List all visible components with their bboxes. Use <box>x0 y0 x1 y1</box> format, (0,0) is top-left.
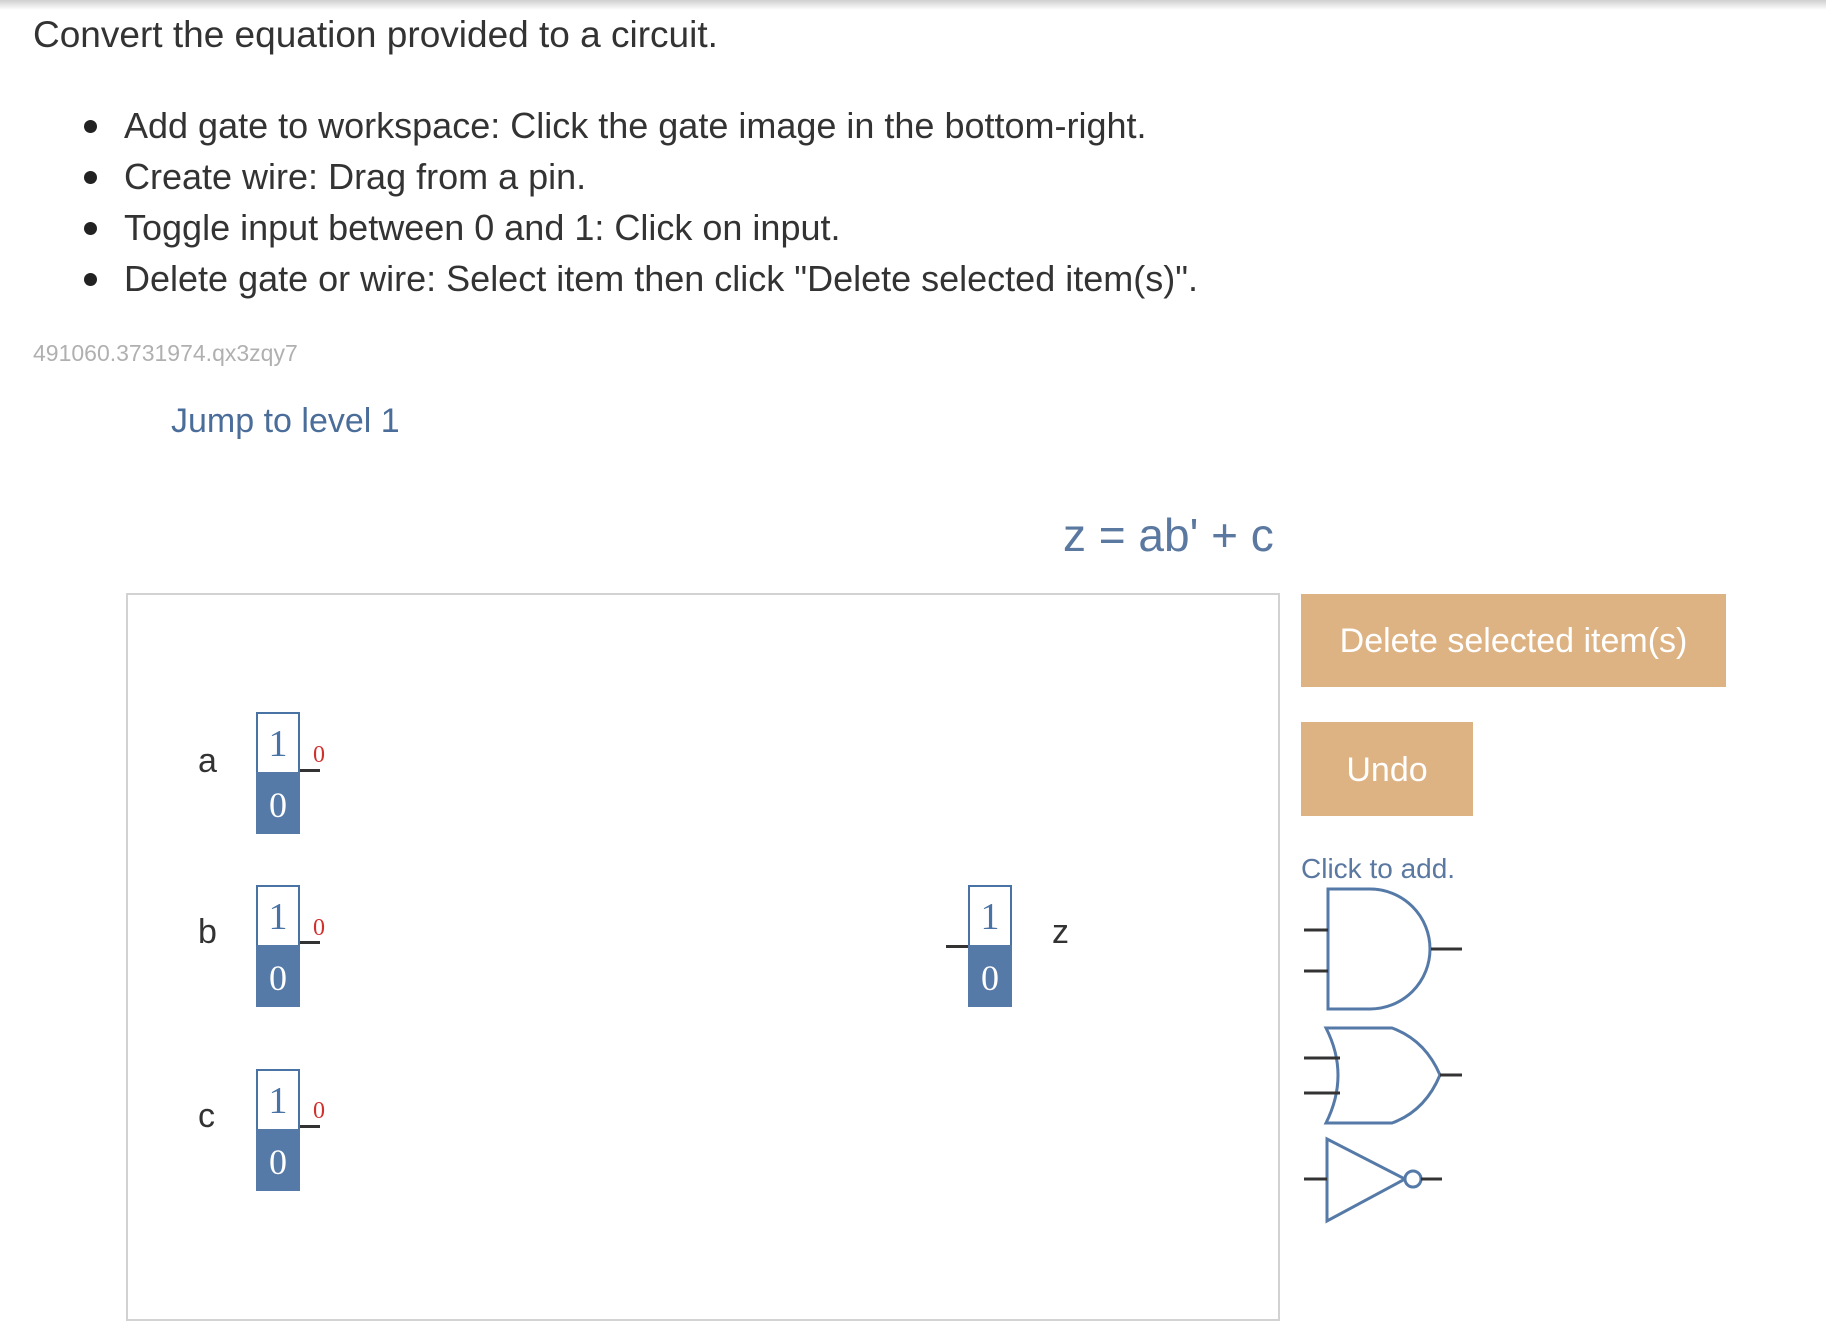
instruction-text: Toggle input between 0 and 1: Click on i… <box>124 207 841 248</box>
bullet-icon <box>84 120 97 133</box>
instruction-text: Add gate to workspace: Click the gate im… <box>124 105 1147 146</box>
instruction-text: Delete gate or wire: Select item then cl… <box>124 258 1198 299</box>
input-a-output-value: 0 <box>313 742 325 768</box>
instruction-item: Add gate to workspace: Click the gate im… <box>76 100 1198 151</box>
or-gate-icon[interactable] <box>1300 1025 1466 1127</box>
input-label-c: c <box>198 1097 215 1135</box>
output-z-input-pin[interactable] <box>946 945 968 948</box>
output-z-display-one: 1 <box>968 885 1012 945</box>
circuit-workspace[interactable]: a 1 0 0 b 1 0 0 c 1 0 0 1 0 z <box>126 593 1280 1321</box>
instructions-title: Convert the equation provided to a circu… <box>33 14 718 55</box>
output-label-z: z <box>1052 913 1069 951</box>
instruction-item: Delete gate or wire: Select item then cl… <box>76 253 1198 304</box>
bullet-icon <box>84 222 97 235</box>
input-b-toggle-one[interactable]: 1 <box>256 885 300 945</box>
input-a-toggle-zero[interactable]: 0 <box>256 772 300 834</box>
jump-to-level-link[interactable]: Jump to level 1 <box>171 402 400 441</box>
instruction-text: Create wire: Drag from a pin. <box>124 156 587 197</box>
output-z-display-zero: 0 <box>968 945 1012 1007</box>
palette-hint: Click to add. <box>1301 853 1456 884</box>
instruction-item: Toggle input between 0 and 1: Click on i… <box>76 202 1198 253</box>
input-c-toggle-one[interactable]: 1 <box>256 1069 300 1129</box>
input-label-b: b <box>198 913 217 951</box>
input-label-a: a <box>198 742 217 780</box>
bullet-icon <box>84 171 97 184</box>
not-gate-icon[interactable] <box>1300 1135 1450 1227</box>
input-c-toggle-zero[interactable]: 0 <box>256 1129 300 1191</box>
delete-selected-button[interactable]: Delete selected item(s) <box>1301 594 1726 687</box>
page: Convert the equation provided to a circu… <box>0 0 1826 1335</box>
input-c-output-value: 0 <box>313 1098 325 1124</box>
equation: z = ab' + c <box>1063 509 1274 561</box>
instruction-list: Add gate to workspace: Click the gate im… <box>76 100 1198 304</box>
input-b-output-value: 0 <box>313 915 325 941</box>
bullet-icon <box>84 273 97 286</box>
input-b-output-pin[interactable] <box>300 941 320 944</box>
input-a-toggle-one[interactable]: 1 <box>256 712 300 772</box>
undo-button[interactable]: Undo <box>1301 722 1473 816</box>
activity-id: 491060.3731974.qx3zqy7 <box>33 340 298 366</box>
and-gate-icon[interactable] <box>1300 885 1466 1015</box>
instruction-item: Create wire: Drag from a pin. <box>76 151 1198 202</box>
input-b-toggle-zero[interactable]: 0 <box>256 945 300 1007</box>
input-c-output-pin[interactable] <box>300 1125 320 1128</box>
input-a-output-pin[interactable] <box>300 769 320 772</box>
